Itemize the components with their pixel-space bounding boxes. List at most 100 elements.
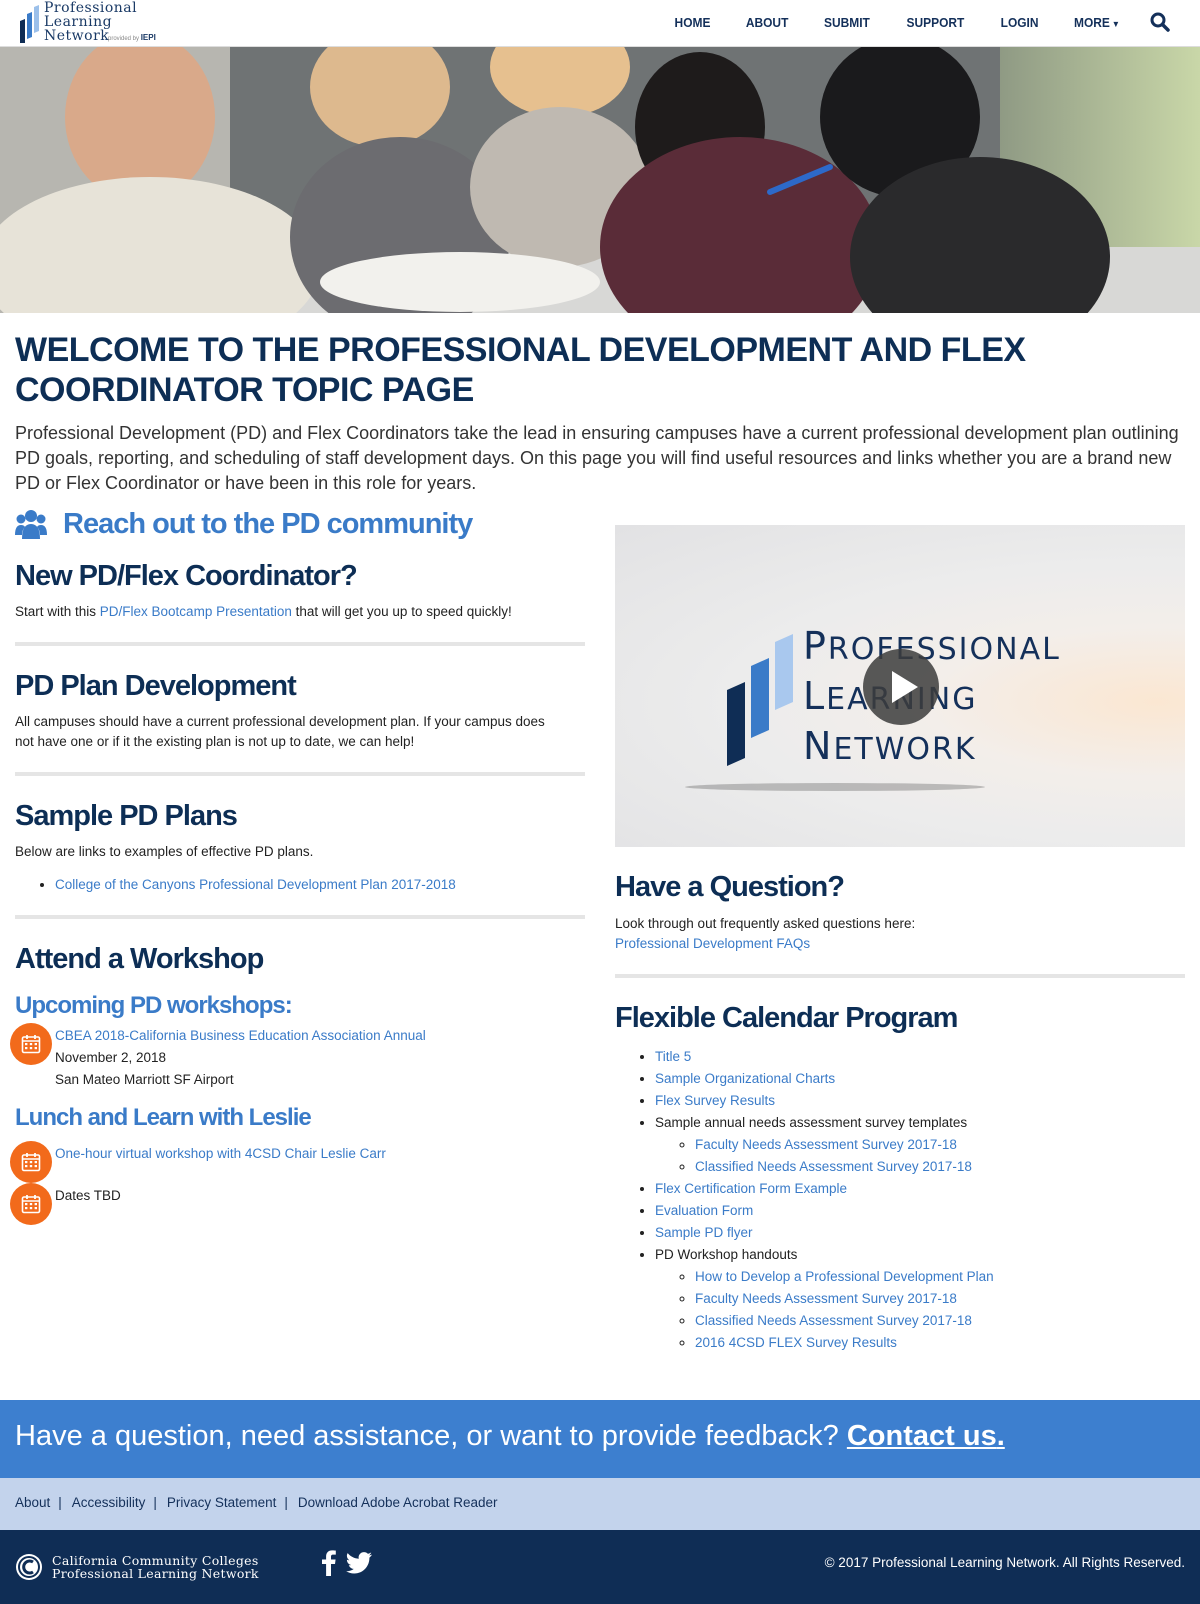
list-item: Sample annual needs assessment survey te… xyxy=(655,1112,1185,1178)
cert-form-link[interactable]: Flex Certification Form Example xyxy=(655,1181,847,1196)
faq-link[interactable]: Professional Development FAQs xyxy=(615,934,1185,954)
dates-tbd-text: Dates TBD xyxy=(55,1188,121,1203)
plan-development-text: All campuses should have a current profe… xyxy=(15,714,545,749)
cbea-event-link[interactable]: CBEA 2018-California Business Education … xyxy=(55,1028,426,1043)
faculty-needs-link[interactable]: Faculty Needs Assessment Survey 2017-18 xyxy=(695,1137,957,1152)
classified-needs-link-2[interactable]: Classified Needs Assessment Survey 2017-… xyxy=(695,1313,972,1328)
list-item: Flex Certification Form Example xyxy=(655,1178,1185,1200)
fcp-section: Flexible Calendar Program Title 5 Sample… xyxy=(615,1000,1185,1354)
fcp-title: Flexible Calendar Program xyxy=(615,1002,958,1034)
bootcamp-presentation-link[interactable]: PD/Flex Bootcamp Presentation xyxy=(100,604,292,619)
video-shadow xyxy=(685,783,985,791)
how-to-develop-link[interactable]: How to Develop a Professional Developmen… xyxy=(695,1269,994,1284)
sample-plans-text: Below are links to examples of effective… xyxy=(15,844,314,859)
list-item: 2016 4CSD FLEX Survey Results xyxy=(695,1332,1185,1354)
cbea-event-place: San Mateo Marriott SF Airport xyxy=(55,1072,234,1087)
separator: | xyxy=(153,1495,157,1510)
hero-students-photo xyxy=(0,47,1200,313)
main-nav: HOME ABOUT SUBMIT SUPPORT LOGIN MORE ▼ xyxy=(641,0,1170,44)
contact-period: . xyxy=(996,1420,1005,1452)
contact-us-link[interactable]: Contact us xyxy=(847,1420,997,1452)
sample-plans-section: Sample PD Plans Below are links to examp… xyxy=(15,798,585,896)
survey-results-link[interactable]: Flex Survey Results xyxy=(655,1093,775,1108)
facebook-icon[interactable] xyxy=(322,1550,336,1581)
event-lunch-learn: One-hour virtual workshop with 4CSD Chai… xyxy=(10,1141,585,1183)
list-item: Evaluation Form xyxy=(655,1200,1185,1222)
list-item: Faculty Needs Assessment Survey 2017-18 xyxy=(695,1134,1185,1156)
video-line1-rest: ROFESSIONAL xyxy=(827,632,1061,667)
new-coordinator-section: New PD/Flex Coordinator? Start with this… xyxy=(15,558,585,622)
title5-link[interactable]: Title 5 xyxy=(655,1049,691,1064)
footer-links: About | Accessibility | Privacy Statemen… xyxy=(15,1495,498,1510)
plan-development-section: PD Plan Development All campuses should … xyxy=(15,668,585,752)
nav-support[interactable]: SUPPORT xyxy=(907,15,965,30)
nav-more[interactable]: MORE ▼ xyxy=(1074,15,1120,30)
fcp-list: Title 5 Sample Organizational Charts Fle… xyxy=(615,1046,1185,1354)
list-item: Faculty Needs Assessment Survey 2017-18 xyxy=(695,1288,1185,1310)
play-button-icon[interactable] xyxy=(863,649,939,725)
list-item: How to Develop a Professional Developmen… xyxy=(695,1266,1185,1288)
contact-text: Have a question, need assistance, or wan… xyxy=(15,1420,1005,1453)
contact-banner: Have a question, need assistance, or wan… xyxy=(0,1400,1200,1478)
divider xyxy=(615,974,1185,978)
page-title: WELCOME TO THE PROFESSIONAL DEVELOPMENT … xyxy=(15,331,1026,409)
calendar-icon xyxy=(10,1141,52,1183)
list-item: Sample PD flyer xyxy=(655,1222,1185,1244)
users-icon xyxy=(15,510,47,539)
needs-templates-sublist: Faculty Needs Assessment Survey 2017-18 … xyxy=(655,1134,1185,1178)
divider xyxy=(15,915,585,919)
twitter-icon[interactable] xyxy=(346,1552,372,1579)
cccco-seal-icon xyxy=(16,1554,42,1580)
sample-plans-title: Sample PD Plans xyxy=(15,800,238,832)
new-coordinator-pre: Start with this xyxy=(15,604,100,619)
question-text: Look through out frequently asked questi… xyxy=(615,916,916,931)
virtual-workshop-link[interactable]: One-hour virtual workshop with 4CSD Chai… xyxy=(55,1146,386,1161)
list-item: Sample Organizational Charts xyxy=(655,1068,1185,1090)
logo-bars-icon xyxy=(20,5,39,43)
video-line2-cap: L xyxy=(803,674,827,718)
event-cbea: CBEA 2018-California Business Education … xyxy=(10,1023,585,1091)
list-item: Flex Survey Results xyxy=(655,1090,1185,1112)
list-item: PD Workshop handouts How to Develop a Pr… xyxy=(655,1244,1185,1354)
logo-provided-by: provided by IEPI xyxy=(108,33,156,42)
contact-prompt: Have a question, need assistance, or wan… xyxy=(15,1420,847,1452)
intro-paragraph: Professional Development (PD) and Flex C… xyxy=(15,423,1179,493)
reach-out-heading[interactable]: Reach out to the PD community xyxy=(15,502,585,546)
reach-out-link[interactable]: Reach out to the PD community xyxy=(63,508,473,541)
copyright-text: © 2017 Professional Learning Network. Al… xyxy=(824,1555,1185,1570)
lunch-learn-title: Lunch and Learn with Leslie xyxy=(15,1104,312,1131)
nav-home[interactable]: HOME xyxy=(675,15,711,30)
separator: | xyxy=(284,1495,288,1510)
divider xyxy=(15,772,585,776)
upcoming-workshops-title: Upcoming PD workshops: xyxy=(15,992,293,1019)
eval-form-link[interactable]: Evaluation Form xyxy=(655,1203,753,1218)
footer-acrobat-link[interactable]: Download Adobe Acrobat Reader xyxy=(298,1495,498,1510)
question-title: Have a Question? xyxy=(615,871,845,903)
footer-links-bar: About | Accessibility | Privacy Statemen… xyxy=(0,1478,1200,1530)
plan-development-title: PD Plan Development xyxy=(15,670,297,702)
faculty-needs-link-2[interactable]: Faculty Needs Assessment Survey 2017-18 xyxy=(695,1291,957,1306)
footer-accessibility-link[interactable]: Accessibility xyxy=(72,1495,146,1510)
nav-more-label: MORE xyxy=(1074,14,1110,30)
footer-about-link[interactable]: About xyxy=(15,1495,50,1510)
flex-2016-link[interactable]: 2016 4CSD FLEX Survey Results xyxy=(695,1335,897,1350)
new-coordinator-post: that will get you up to speed quickly! xyxy=(291,604,512,619)
canyons-plan-link[interactable]: College of the Canyons Professional Deve… xyxy=(55,877,456,892)
video-line3-cap: N xyxy=(803,724,834,768)
search-icon[interactable] xyxy=(1150,12,1170,32)
org-charts-link[interactable]: Sample Organizational Charts xyxy=(655,1071,835,1086)
video-line3-rest: ETWORK xyxy=(833,732,977,767)
list-item: Classified Needs Assessment Survey 2017-… xyxy=(695,1310,1185,1332)
pd-flyer-link[interactable]: Sample PD flyer xyxy=(655,1225,753,1240)
classified-needs-link[interactable]: Classified Needs Assessment Survey 2017-… xyxy=(695,1159,972,1174)
intro-video[interactable]: PROFESSIONAL LEARNING NETWORK xyxy=(615,525,1185,847)
footer-logo[interactable]: California Community Colleges Profession… xyxy=(16,1550,316,1590)
list-item: Classified Needs Assessment Survey 2017-… xyxy=(695,1156,1185,1178)
nav-about[interactable]: ABOUT xyxy=(746,15,789,30)
iepi-logo: IEPI xyxy=(140,33,156,42)
nav-login[interactable]: LOGIN xyxy=(1001,15,1039,30)
nav-submit[interactable]: SUBMIT xyxy=(824,15,870,30)
footer-privacy-link[interactable]: Privacy Statement xyxy=(167,1495,277,1510)
video-line1-cap: P xyxy=(803,624,828,668)
site-logo[interactable]: Professional Learning Network provided b… xyxy=(18,1,168,45)
